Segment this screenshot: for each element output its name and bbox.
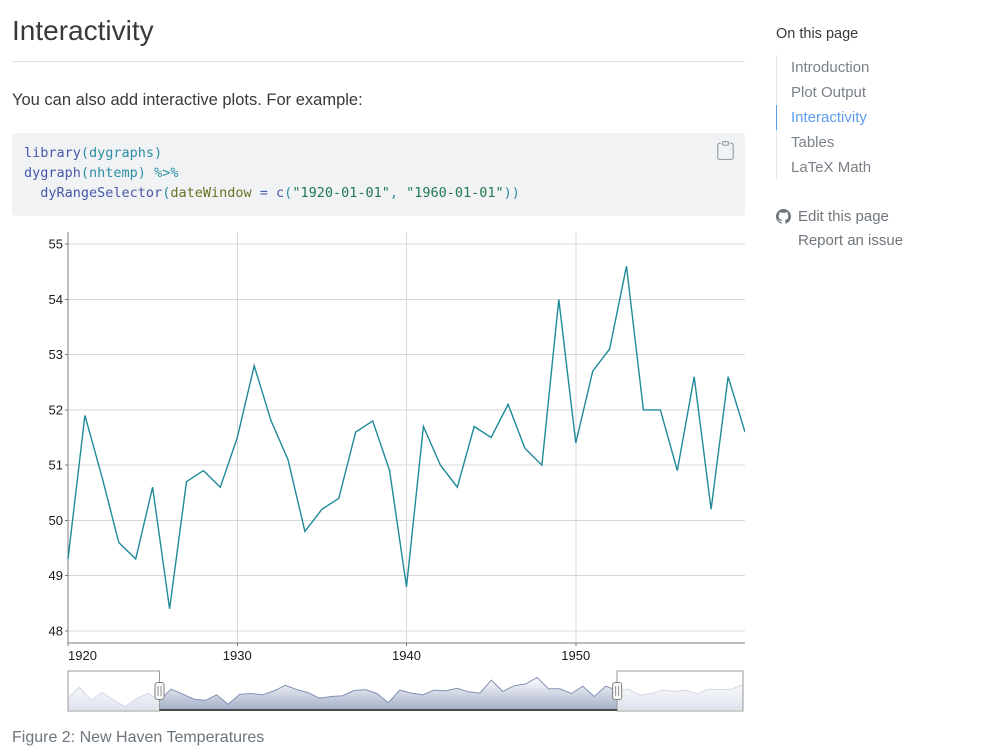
toc-link[interactable]: Interactivity <box>777 105 991 130</box>
code-block: library(dygraphs) dygraph(nhtemp) %>% dy… <box>12 133 745 216</box>
toc-link[interactable]: Tables <box>777 130 991 155</box>
page-title: Interactivity <box>12 16 745 47</box>
toc-heading: On this page <box>776 26 991 42</box>
code-pre: library(dygraphs) dygraph(nhtemp) %>% dy… <box>24 144 733 204</box>
toc-item-plot-output[interactable]: Plot Output <box>777 80 991 105</box>
main-content: Interactivity You can also add interacti… <box>12 0 745 747</box>
title-divider <box>12 61 745 62</box>
report-an-issue-label: Report an issue <box>798 232 903 249</box>
toc-link[interactable]: LaTeX Math <box>777 155 991 180</box>
on-this-page-sidebar: On this page IntroductionPlot OutputInte… <box>776 26 991 251</box>
clipboard-icon <box>714 141 736 160</box>
figure: 48 49 50 51 52 53 54 55 1920 1930 1940 1950 Figure … <box>12 230 745 747</box>
edit-this-page-label: Edit this page <box>798 208 889 225</box>
toc-item-interactivity[interactable]: Interactivity <box>776 105 991 130</box>
toc-item-latex-math[interactable]: LaTeX Math <box>777 155 991 180</box>
figure-caption: Figure 2: New Haven Temperatures <box>12 729 745 747</box>
svg-text:1930: 1930 <box>223 648 252 663</box>
svg-text:53: 53 <box>49 347 63 362</box>
page: Interactivity You can also add interacti… <box>0 0 1000 749</box>
svg-text:48: 48 <box>49 623 63 638</box>
range-selector[interactable] <box>12 670 745 714</box>
range-selector-left-handle[interactable] <box>155 682 164 699</box>
selector-faded-left <box>68 671 160 711</box>
toc-item-tables[interactable]: Tables <box>777 130 991 155</box>
toc-link[interactable]: Introduction <box>777 55 991 80</box>
svg-text:54: 54 <box>49 291 63 306</box>
range-selector-right-handle[interactable] <box>613 682 622 699</box>
intro-paragraph: You can also add interactive plots. For … <box>12 88 745 113</box>
svg-text:1920: 1920 <box>68 648 97 663</box>
toc-list: IntroductionPlot OutputInteractivityTabl… <box>776 55 991 180</box>
svg-text:49: 49 <box>49 568 63 583</box>
copy-code-button[interactable] <box>714 140 736 162</box>
toc-link[interactable]: Plot Output <box>777 80 991 105</box>
chart-axes <box>65 232 745 646</box>
svg-text:1950: 1950 <box>561 648 590 663</box>
edit-this-page-link[interactable]: Edit this page <box>776 206 991 227</box>
toc-item-introduction[interactable]: Introduction <box>777 55 991 80</box>
selector-faded-right <box>617 671 743 711</box>
svg-text:51: 51 <box>49 457 63 472</box>
chart-tick-labels: 48 49 50 51 52 53 54 55 1920 1930 1940 1950 <box>49 236 591 662</box>
svg-text:52: 52 <box>49 402 63 417</box>
svg-text:55: 55 <box>49 236 63 251</box>
temperature-line-chart[interactable]: 48 49 50 51 52 53 54 55 1920 1930 1940 1950 <box>12 230 745 664</box>
svg-text:1940: 1940 <box>392 648 421 663</box>
report-an-issue-link[interactable]: Report an issue <box>776 227 991 251</box>
github-icon <box>776 209 791 224</box>
toc-actions: Edit this page Report an issue <box>776 206 991 251</box>
svg-text:50: 50 <box>49 512 63 527</box>
code-content: library(dygraphs) dygraph(nhtemp) %>% dy… <box>24 145 520 201</box>
